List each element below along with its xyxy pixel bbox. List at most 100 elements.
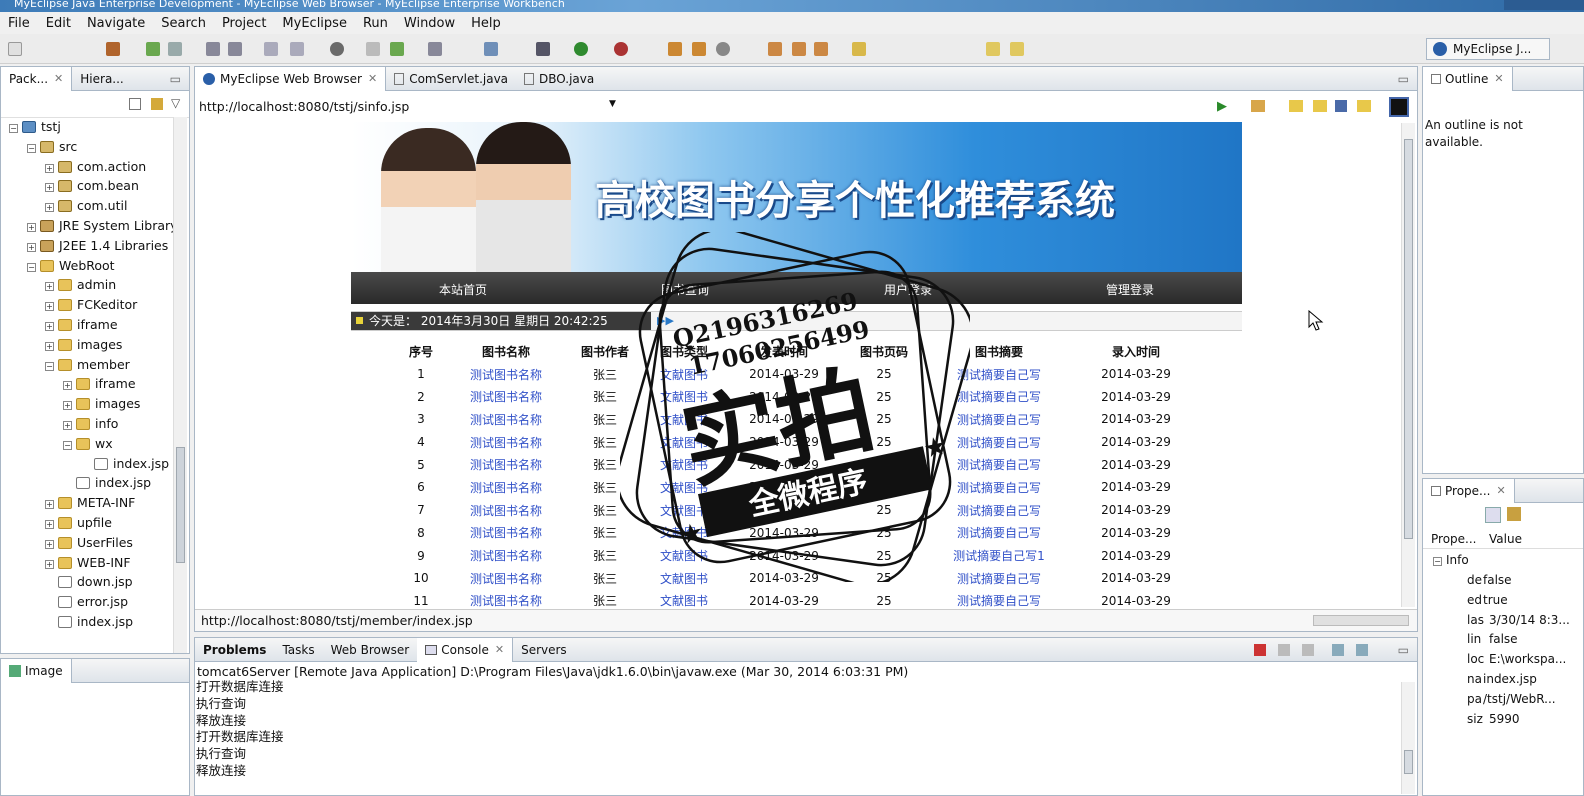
tab-servers[interactable]: Servers xyxy=(513,638,575,662)
nav-admin-login[interactable]: 管理登录 xyxy=(1106,281,1154,298)
console-scrollbar[interactable] xyxy=(1401,682,1415,794)
table-cell[interactable]: 文献图书 xyxy=(660,544,708,567)
table-cell[interactable]: 测试摘要自己写 xyxy=(908,385,1090,408)
tree-item[interactable]: − member xyxy=(45,355,130,375)
maximize-icon[interactable]: ▭ xyxy=(1398,72,1409,86)
tree-item[interactable]: + UserFiles xyxy=(45,533,133,553)
search-tool-icon[interactable] xyxy=(668,42,682,56)
tree-item[interactable]: error.jsp xyxy=(45,592,128,612)
expand-icon[interactable]: + xyxy=(45,183,54,193)
expand-icon[interactable]: + xyxy=(45,500,54,510)
property-key[interactable]: siz xyxy=(1467,712,1483,726)
nav-home[interactable]: 本站首页 xyxy=(439,281,487,298)
close-icon[interactable]: ✕ xyxy=(54,72,63,85)
tab-tasks[interactable]: Tasks xyxy=(274,638,322,662)
run-icon[interactable] xyxy=(574,42,588,56)
properties-group[interactable]: − Info xyxy=(1433,553,1469,567)
perspective-switcher[interactable]: MyEclipse J... xyxy=(1426,38,1550,60)
globe-icon[interactable] xyxy=(330,42,344,56)
stop-icon[interactable] xyxy=(1335,100,1347,112)
annotation-icon[interactable] xyxy=(692,42,706,56)
table-cell[interactable]: 测试图书名称 xyxy=(462,385,550,408)
tree-item[interactable]: + FCKeditor xyxy=(45,295,137,315)
tab-image[interactable]: Image xyxy=(1,658,72,683)
package-tool-icon[interactable] xyxy=(428,42,442,56)
tab-comservlet[interactable]: ComServlet.java xyxy=(386,67,516,91)
tree-item[interactable]: + iframe xyxy=(63,374,136,394)
tree-item[interactable]: + upfile xyxy=(45,513,112,533)
open2-icon[interactable] xyxy=(290,42,304,56)
table-cell[interactable]: 测试摘要自己写1 xyxy=(908,544,1090,567)
wizard2-icon[interactable] xyxy=(228,42,242,56)
property-value[interactable]: true xyxy=(1483,593,1508,607)
tab-dbo[interactable]: DBO.java xyxy=(516,67,602,91)
table-cell[interactable]: 文献图书 xyxy=(660,363,708,386)
nav-back-icon[interactable] xyxy=(768,42,782,56)
bug-icon[interactable] xyxy=(146,42,160,56)
menu-file[interactable]: File xyxy=(0,16,38,31)
new-icon[interactable] xyxy=(8,42,22,56)
tree-item[interactable]: + com.util xyxy=(45,196,127,216)
tree-item[interactable]: + J2EE 1.4 Libraries xyxy=(27,236,168,256)
refresh-page-icon[interactable] xyxy=(1357,100,1371,112)
table-cell[interactable]: 文献图书 xyxy=(660,590,708,613)
tree-item[interactable]: + iframe xyxy=(45,315,118,335)
property-key[interactable]: na xyxy=(1467,672,1482,686)
tree-item[interactable]: − tstj xyxy=(9,117,61,137)
tree-item[interactable]: − WebRoot xyxy=(27,256,115,276)
settings-icon[interactable] xyxy=(1251,100,1265,112)
new-class-icon[interactable] xyxy=(484,42,498,56)
tab-package-explorer[interactable]: Pack... ✕ xyxy=(1,66,73,91)
property-value[interactable]: 3/30/14 8:3... xyxy=(1489,613,1570,627)
table-cell[interactable]: 文献图书 xyxy=(660,385,708,408)
tab-properties[interactable]: Prope... ✕ xyxy=(1423,478,1515,503)
tab-hierarchy[interactable]: Hiera... xyxy=(72,67,131,91)
table-cell[interactable]: 测试图书名称 xyxy=(462,476,550,499)
tree-item[interactable]: − src xyxy=(27,137,77,157)
table-cell[interactable]: 文献图书 xyxy=(660,453,708,476)
table-cell[interactable]: 文献图书 xyxy=(660,567,708,590)
table-cell[interactable]: 测试摘要自己写 xyxy=(908,499,1090,522)
table-cell[interactable]: 测试图书名称 xyxy=(462,590,550,613)
table-cell[interactable]: 测试图书名称 xyxy=(462,499,550,522)
table-cell[interactable]: 测试图书名称 xyxy=(462,544,550,567)
collapse-icon[interactable]: − xyxy=(45,361,54,371)
external-tools-icon[interactable] xyxy=(614,42,628,56)
expand-icon[interactable]: + xyxy=(63,421,72,430)
tree-item[interactable]: + WEB-INF xyxy=(45,553,131,573)
url-combo[interactable]: http://localhost:8080/tstj/sinfo.jsp xyxy=(199,95,627,117)
tree-item[interactable]: + JRE System Library xyxy=(27,216,178,236)
table-cell[interactable]: 测试摘要自己写 xyxy=(908,453,1090,476)
tree-item[interactable]: + info xyxy=(63,414,118,434)
property-key[interactable]: loc xyxy=(1467,652,1484,666)
table-cell[interactable]: 测试图书名称 xyxy=(462,522,550,545)
tree-item[interactable]: − wx xyxy=(63,434,113,454)
nav-user-login[interactable]: 用户登录 xyxy=(884,281,932,298)
property-key[interactable]: lin xyxy=(1467,632,1481,646)
menu-run[interactable]: Run xyxy=(355,16,396,31)
expand-icon[interactable]: + xyxy=(27,242,36,252)
property-value[interactable]: index.jsp xyxy=(1483,672,1537,686)
expand-icon[interactable]: + xyxy=(45,539,54,549)
tree-item[interactable]: down.jsp xyxy=(45,572,133,592)
url-dropdown-icon[interactable]: ▼ xyxy=(609,99,616,109)
browser-scrollbar-thumb[interactable] xyxy=(1404,139,1413,539)
table-cell[interactable]: 测试摘要自己写 xyxy=(908,363,1090,386)
menu-myeclipse[interactable]: MyEclipse xyxy=(274,16,355,31)
table-cell[interactable]: 文献图书 xyxy=(660,499,708,522)
view-menu-icon[interactable]: ▽ xyxy=(171,96,180,110)
table-cell[interactable]: 测试图书名称 xyxy=(462,363,550,386)
table-cell[interactable]: 文献图书 xyxy=(660,476,708,499)
property-value[interactable]: 5990 xyxy=(1489,712,1520,726)
tab-web-browser[interactable]: MyEclipse Web Browser ✕ xyxy=(195,66,387,91)
edit-icon[interactable] xyxy=(852,42,866,56)
expand-icon[interactable]: + xyxy=(45,322,54,331)
table-cell[interactable]: 测试摘要自己写 xyxy=(908,476,1090,499)
table-cell[interactable]: 测试摘要自己写 xyxy=(908,522,1090,545)
table-cell[interactable]: 测试图书名称 xyxy=(462,408,550,431)
property-value[interactable]: /tstj/WebR... xyxy=(1483,692,1556,706)
tree-item[interactable]: + com.bean xyxy=(45,176,139,196)
expand-icon[interactable]: + xyxy=(45,203,54,213)
menu-project[interactable]: Project xyxy=(214,16,274,31)
collapse-all-icon[interactable] xyxy=(129,98,141,110)
